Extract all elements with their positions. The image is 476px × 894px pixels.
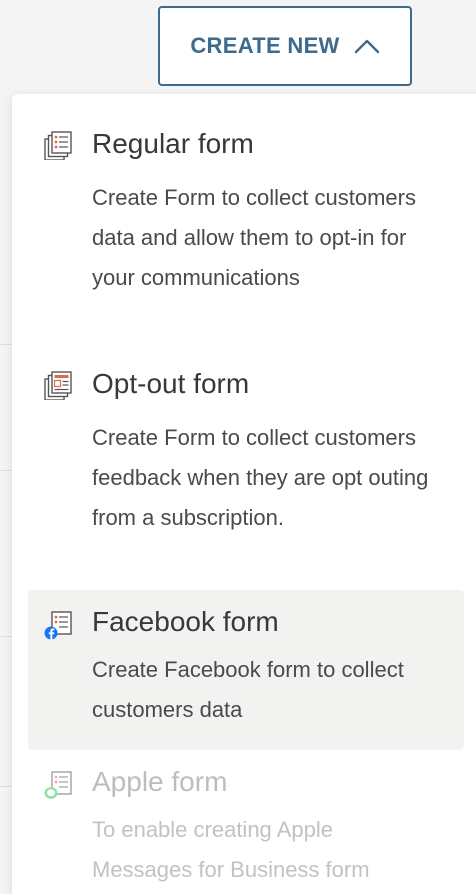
menu-item-title: Regular form [92,128,254,159]
chevron-up-icon [354,39,379,54]
create-new-dropdown: Regular form Create Form to collect cust… [12,94,476,894]
background-divider [0,344,12,345]
menu-item-apple-form: Apple form To enable creating Apple Mess… [28,750,464,894]
menu-item-description: Create Form to collect customers data an… [92,185,416,290]
menu-item-facebook-form[interactable]: Facebook form Create Facebook form to co… [28,590,464,750]
background-divider [0,786,12,787]
facebook-form-icon [44,611,72,640]
menu-item-title: Opt-out form [92,368,250,399]
menu-item-description: To enable creating Apple Messages for Bu… [92,817,370,882]
menu-item-regular-form[interactable]: Regular form Create Form to collect cust… [28,94,464,334]
page: CREATE NEW Regular form Create Form to c… [0,0,476,894]
apple-form-icon [44,771,72,799]
menu-item-title: Facebook form [92,606,279,637]
create-new-label: CREATE NEW [190,33,340,58]
menu-item-title: Apple form [92,766,228,797]
background-divider [0,636,12,637]
background-divider [0,470,12,471]
menu-item-description: Create Facebook form to collect customer… [92,657,404,722]
opt-out-form-icon [44,371,72,400]
menu-item-description: Create Form to collect customers feedbac… [92,425,429,530]
regular-form-icon [44,131,72,160]
create-new-button[interactable]: CREATE NEW [158,6,412,86]
menu-item-opt-out-form[interactable]: Opt-out form Create Form to collect cust… [28,334,464,574]
